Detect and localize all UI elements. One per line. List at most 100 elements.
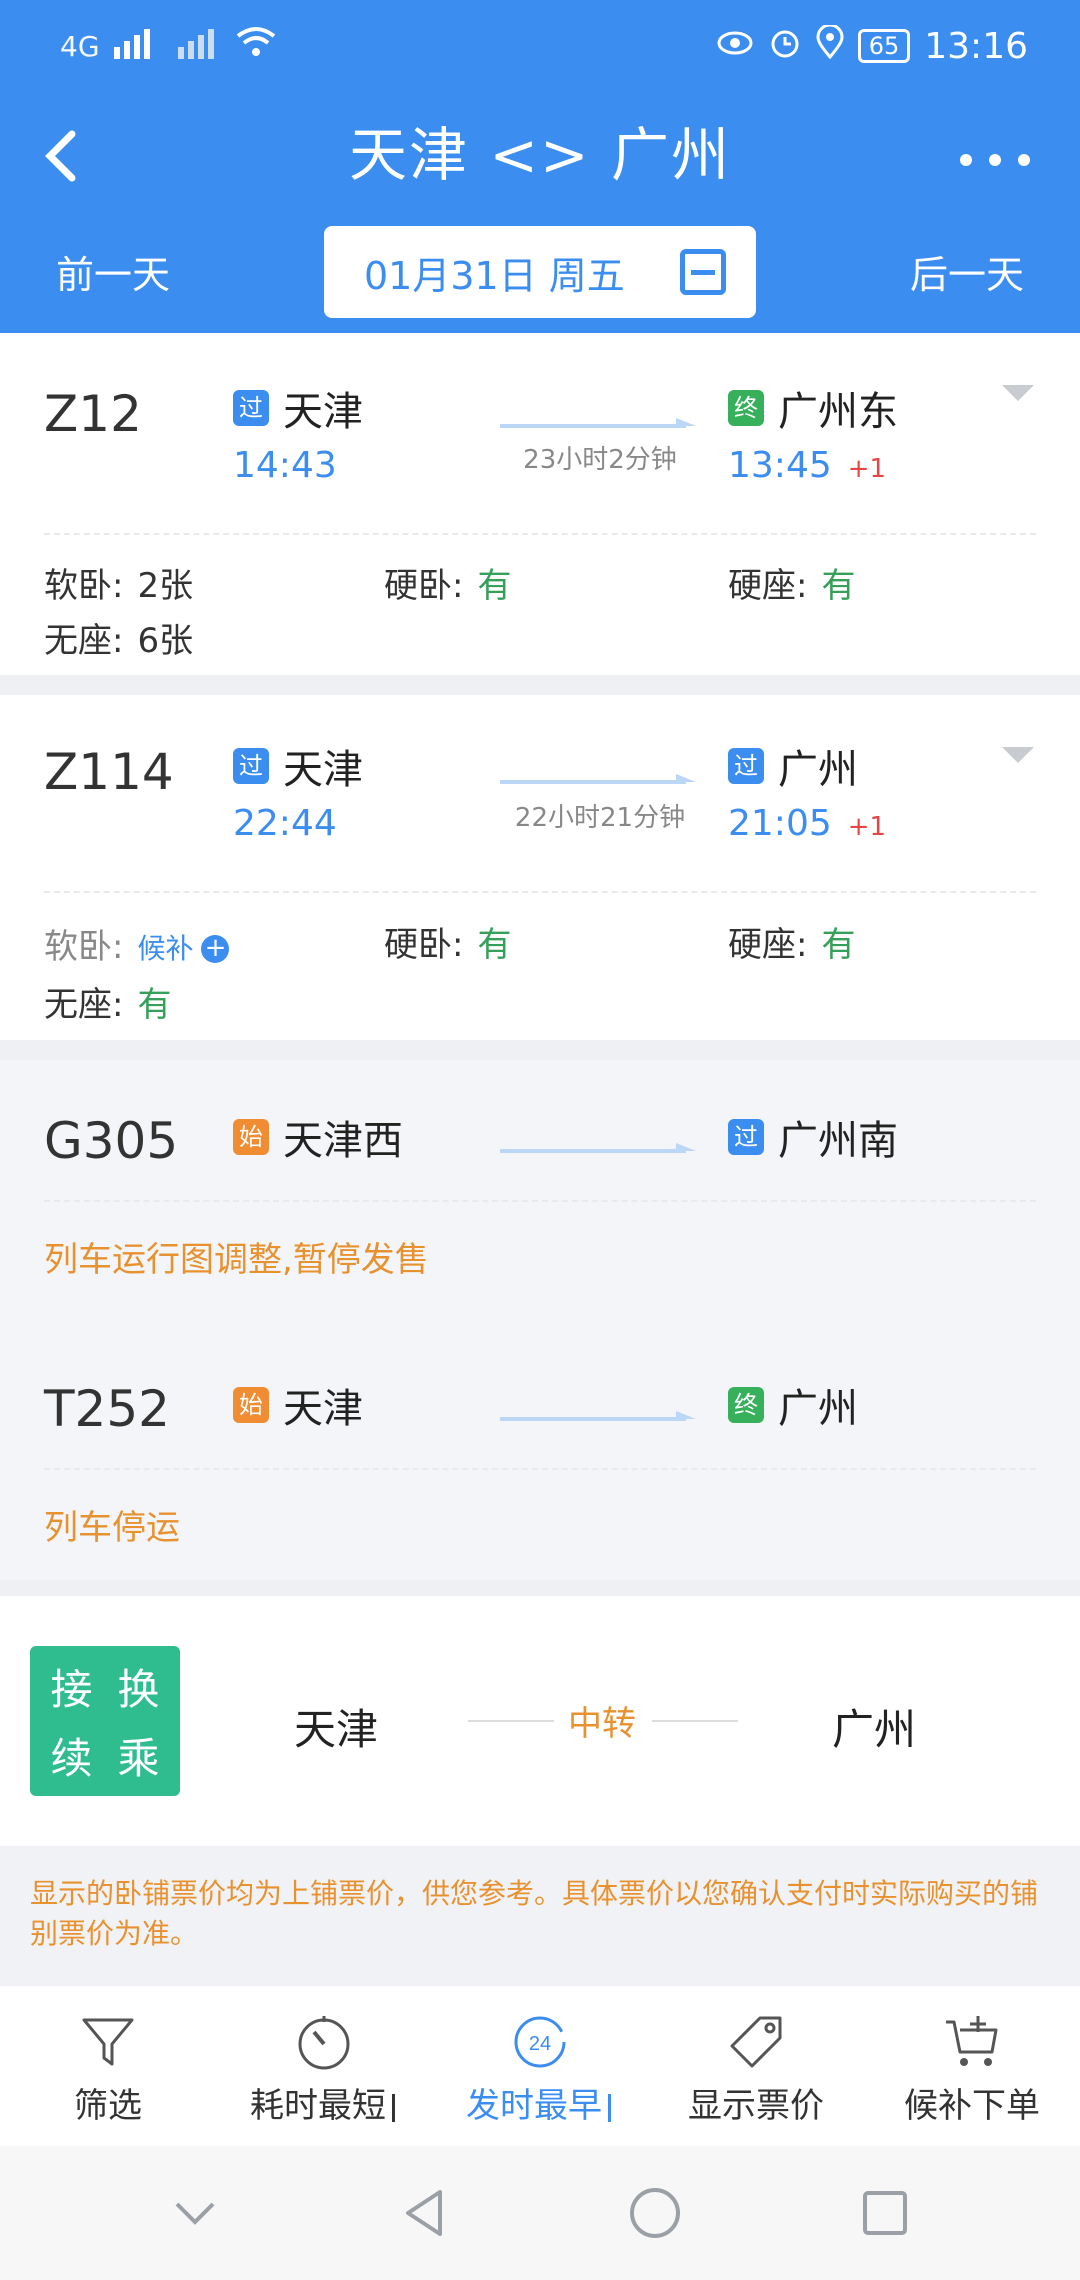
arrow-icon xyxy=(500,1140,700,1154)
seat-info: 硬卧: 有 xyxy=(384,558,511,607)
filter-icon xyxy=(82,2018,134,2066)
arrival-station-name: 广州东 xyxy=(778,389,898,435)
next-day-button[interactable]: 后一天 xyxy=(910,244,1024,299)
arrival-station-name: 广州 xyxy=(778,1386,858,1432)
recents-nav-button[interactable] xyxy=(855,2183,915,2243)
clock-time: 13:16 xyxy=(924,25,1028,67)
network-label: 4G xyxy=(60,29,100,63)
seat-value: 有 xyxy=(477,925,512,965)
arrival-time-value: 13:45 xyxy=(728,445,832,486)
transfer-option[interactable]: 接 换 续 乘 天津 中转 广州 xyxy=(0,1596,1080,1846)
pass-badge: 过 xyxy=(233,390,269,426)
train-number: Z114 xyxy=(44,743,174,801)
next-day-marker: +1 xyxy=(847,812,887,842)
transfer-to: 广州 xyxy=(832,1705,917,1754)
seat-label: 硬卧: xyxy=(384,566,464,606)
seat-label: 无座: xyxy=(44,985,124,1025)
seat-label: 无座: xyxy=(44,621,124,661)
sort-caret-icon xyxy=(392,2093,398,2122)
date-picker[interactable]: 01月31日 周五 xyxy=(324,226,756,318)
seat-info: 硬座: 有 xyxy=(728,558,855,607)
battery-indicator: 65 xyxy=(857,29,911,63)
pass-badge: 过 xyxy=(728,1119,764,1155)
waitlist-link[interactable]: 候补 xyxy=(137,932,193,965)
system-nav-bar xyxy=(0,2146,1080,2280)
seat-value: 有 xyxy=(821,566,856,606)
arrow-icon xyxy=(500,771,700,785)
arrival-station-name: 广州 xyxy=(778,747,858,793)
divider xyxy=(44,1200,1036,1202)
price-notice: 显示的卧铺票价均为上铺票价，供您参考。具体票价以您确认支付时实际购买的铺别票价为… xyxy=(0,1846,1080,1986)
seat-info: 无座: 6张 xyxy=(44,613,193,662)
seat-value: 2张 xyxy=(137,566,194,606)
transfer-mid: 中转 xyxy=(568,1704,636,1744)
train-number: G305 xyxy=(44,1112,179,1170)
seat-value: 有 xyxy=(477,566,512,606)
back-nav-button[interactable] xyxy=(395,2183,455,2243)
divider xyxy=(468,1720,554,1722)
prev-day-button[interactable]: 前一天 xyxy=(56,244,170,299)
divider xyxy=(44,533,1036,535)
departure-station: 始 天津西 xyxy=(233,1108,403,1166)
arrival-time: 13:45 +1 xyxy=(728,445,886,486)
departure-time: 14:43 xyxy=(233,445,337,486)
seat-value: 有 xyxy=(137,985,172,1025)
more-dots-icon xyxy=(960,154,1030,166)
earliest-departure-button[interactable]: 24 发时最早 xyxy=(432,1986,648,2146)
pass-badge: 过 xyxy=(728,748,764,784)
seat-label: 硬卧: xyxy=(384,925,464,965)
home-nav-button[interactable] xyxy=(625,2183,685,2243)
header: 4G 65 13:16 天津 <> 广州 前一天 01月31日 周五 后一天 xyxy=(0,0,1080,333)
waitlist-order-button[interactable]: 候补下单 xyxy=(864,1986,1080,2146)
origin-badge: 始 xyxy=(233,1387,269,1423)
earliest-departure-label: 发时最早 xyxy=(466,2078,614,2127)
departure-station-name: 天津 xyxy=(283,1386,363,1432)
square-recents-icon xyxy=(863,2191,907,2235)
terminal-badge: 终 xyxy=(728,1387,764,1423)
seat-info: 硬卧: 有 xyxy=(384,917,511,966)
clock-24-text: 24 xyxy=(529,2033,551,2055)
train-number: T252 xyxy=(44,1380,170,1438)
more-options-button[interactable] xyxy=(958,120,1032,183)
expand-caret-icon[interactable] xyxy=(1002,385,1034,401)
status-note: 列车运行图调整,暂停发售 xyxy=(44,1240,429,1280)
duration: 23小时2分钟 xyxy=(523,445,677,475)
transfer-from: 天津 xyxy=(294,1705,379,1754)
train-card[interactable]: Z114 过 天津 22:44 22小时21分钟 过 广州 21:05 +1 软卧… xyxy=(0,695,1080,1040)
alarm-icon xyxy=(768,25,802,68)
show-price-button[interactable]: 显示票价 xyxy=(648,1986,864,2146)
arrow-icon xyxy=(500,415,700,429)
seat-label: 硬座: xyxy=(728,925,808,965)
seat-label: 软卧: xyxy=(44,566,124,606)
arrival-station-name: 广州南 xyxy=(778,1118,898,1164)
divider xyxy=(44,891,1036,893)
divider xyxy=(44,1468,1036,1470)
arrival-station: 过 广州南 xyxy=(728,1108,898,1166)
divider xyxy=(652,1720,738,1722)
seat-info: 硬座: 有 xyxy=(728,917,855,966)
transfer-badge-char: 乘 xyxy=(117,1734,160,1783)
train-card[interactable]: T252 始 天津 终 广州 列车停运 xyxy=(0,1330,1080,1580)
collapse-nav-button[interactable] xyxy=(165,2183,225,2243)
transfer-badge: 接 换 续 乘 xyxy=(30,1646,180,1796)
filter-button[interactable]: 筛选 xyxy=(0,1986,216,2146)
shortest-duration-label: 耗时最短 xyxy=(250,2078,398,2127)
train-card[interactable]: G305 始 天津西 过 广州南 列车运行图调整,暂停发售 xyxy=(0,1060,1080,1330)
wifi-icon xyxy=(236,26,276,67)
shortest-duration-button[interactable]: 耗时最短 xyxy=(216,1986,432,2146)
page-title: 天津 <> 广州 xyxy=(348,121,732,189)
train-card[interactable]: Z12 过 天津 14:43 23小时2分钟 终 广州东 13:45 +1 软卧:… xyxy=(0,333,1080,675)
pass-badge: 过 xyxy=(233,748,269,784)
status-note: 列车停运 xyxy=(44,1508,180,1548)
cart-add-icon xyxy=(946,2016,998,2066)
timer-icon xyxy=(298,2016,350,2070)
waitlist-add-icon[interactable]: + xyxy=(201,934,230,963)
duration: 22小时21分钟 xyxy=(514,803,686,833)
price-tag-icon xyxy=(730,2016,782,2068)
expand-caret-icon[interactable] xyxy=(1002,747,1034,763)
arrival-station: 终 广州东 xyxy=(728,379,898,437)
seat-value: 6张 xyxy=(137,621,194,661)
seat-value: 有 xyxy=(821,925,856,965)
earliest-departure-text: 发时最早 xyxy=(466,2086,602,2126)
seat-info: 软卧: 候补 + xyxy=(44,919,230,968)
